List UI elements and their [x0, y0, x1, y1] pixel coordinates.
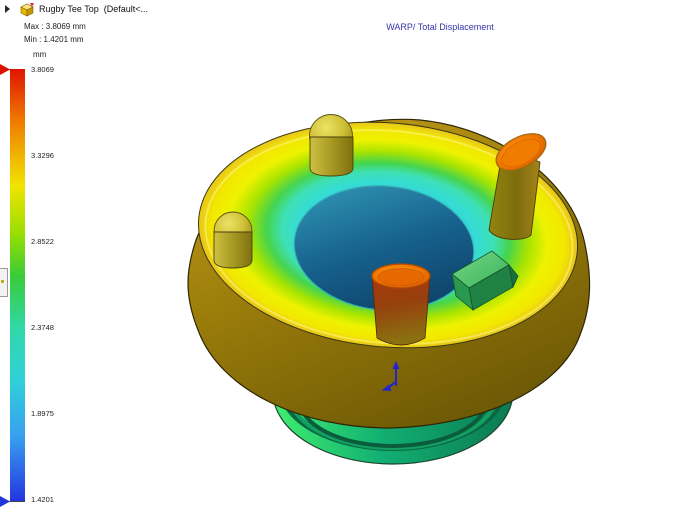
feature-tree-item[interactable]: Rugby Tee Top (Default<... — [2, 1, 148, 17]
center-cylinder — [372, 264, 430, 345]
scale-tick: 2.3748 — [31, 323, 77, 332]
part-icon — [19, 1, 35, 17]
plot-title: WARP/ Total Displacement — [330, 22, 550, 32]
min-value-label: Min : 1.4201 mm — [24, 33, 86, 46]
scale-tick: 2.8522 — [31, 237, 77, 246]
model-viewport[interactable] — [140, 90, 660, 490]
clipped-ui-fragment — [0, 268, 8, 297]
min-marker-arrow-icon — [0, 496, 10, 507]
result-stats: Max : 3.8069 mm Min : 1.4201 mm — [24, 20, 86, 46]
scale-tick: 3.8069 — [31, 65, 77, 74]
tree-item-label[interactable]: Rugby Tee Top (Default<... — [39, 4, 148, 14]
scale-tick: 1.4201 — [31, 495, 77, 504]
expand-arrow-icon[interactable] — [5, 5, 10, 13]
scale-tick: 1.8975 — [31, 409, 77, 418]
scale-unit-label: mm — [33, 50, 46, 59]
plastics-results-window: Rugby Tee Top (Default<... Max : 3.8069 … — [0, 0, 700, 515]
rugby-tee-top-model — [140, 90, 660, 490]
max-marker-arrow-icon — [0, 64, 10, 75]
scale-tick: 3.3296 — [31, 151, 77, 160]
dome-peg-rear — [310, 115, 354, 177]
scale-gradient-rect — [10, 69, 25, 501]
max-value-label: Max : 3.8069 mm — [24, 20, 86, 33]
dome-peg-left — [214, 212, 252, 268]
